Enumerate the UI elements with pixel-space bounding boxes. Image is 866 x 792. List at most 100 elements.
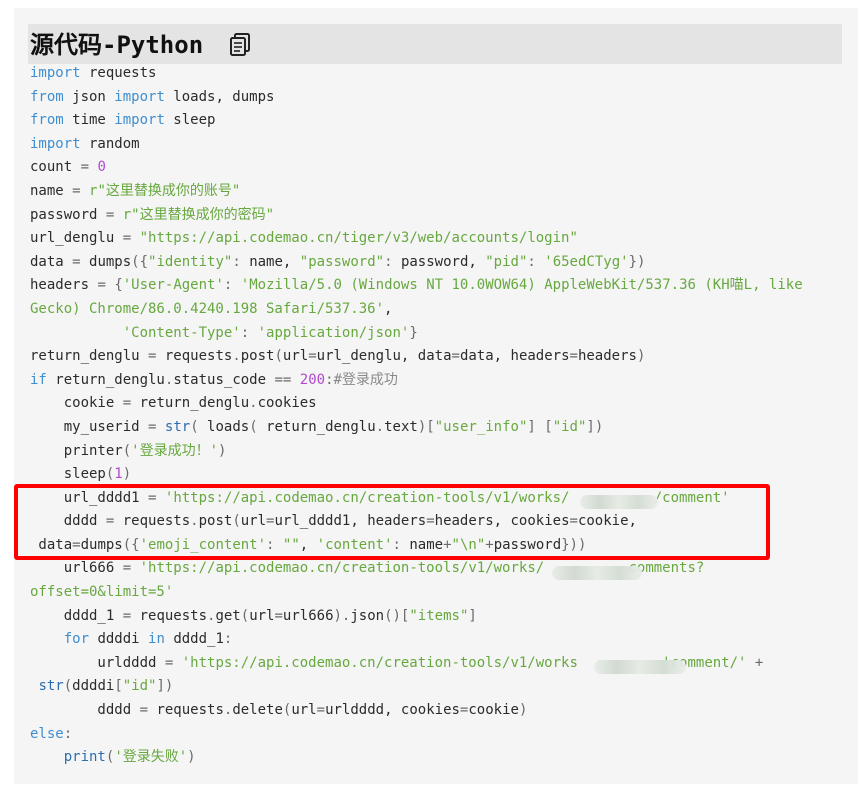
code-token: #登录成功	[333, 371, 398, 388]
code-token: sleep	[164, 112, 216, 129]
code-token: password,	[392, 253, 486, 270]
code-token: offset=0&limit=5'	[30, 584, 174, 601]
code-token: name	[30, 182, 73, 199]
code-line: import random	[30, 133, 803, 157]
code-token: =	[316, 702, 326, 719]
code-token: (	[63, 678, 73, 695]
code-token: )	[518, 702, 528, 719]
code-token: ])	[156, 678, 174, 695]
code-token: from	[30, 88, 64, 105]
code-token: from	[30, 112, 64, 129]
code-token: )	[636, 348, 646, 365]
code-token: )	[218, 442, 227, 459]
code-token: requests	[156, 348, 233, 365]
code-line: dddd_1 = requests.get(url=url666).json()…	[30, 605, 803, 629]
code-line: url666 = 'https://api.codemao.cn/creatio…	[30, 557, 803, 581]
code-token: count	[30, 159, 81, 176]
code-token: 'Content-Type'	[122, 324, 241, 341]
code-line: import requests	[30, 62, 803, 86]
code-token: urldddd, cookies	[325, 702, 460, 719]
code-token: [	[544, 418, 553, 435]
code-token: str	[164, 418, 191, 435]
code-line: if return_denglu.status_code == 200:#登录成…	[30, 369, 803, 393]
code-token: ,	[384, 300, 393, 317]
code-token: )	[122, 466, 132, 483]
code-token: ()[	[384, 607, 410, 624]
code-token: =	[97, 277, 106, 294]
code-line: 'Content-Type': 'application/json'}	[30, 322, 803, 346]
code-token: for	[63, 631, 90, 648]
code-line: name = r"这里替换成你的账号"	[30, 180, 803, 204]
code-token: r"这里替换成你的密码"	[122, 206, 275, 223]
code-line: headers = {'User-Agent': 'Mozilla/5.0 (W…	[30, 274, 803, 298]
code-token: dddd_1	[30, 607, 123, 624]
code-token: url666	[30, 560, 123, 577]
code-line: offset=0&limit=5'	[30, 581, 803, 605]
code-token: cookie	[468, 702, 519, 719]
code-token: ])	[586, 418, 604, 435]
code-token: 'application/json'	[257, 324, 410, 341]
code-token: headers	[30, 277, 98, 294]
code-token: :	[232, 253, 241, 270]
code-token: '登录失败'	[114, 749, 188, 766]
code-token: delete	[232, 702, 283, 719]
code-line: return_denglu = requests.post(url=url_de…	[30, 345, 803, 369]
code-line: count = 0	[30, 156, 803, 180]
code-line: url_denglu = "https://api.codemao.cn/tig…	[30, 227, 803, 251]
highlight-box	[14, 484, 770, 560]
code-token: time	[63, 112, 115, 129]
code-token: r"这里替换成你的账号"	[89, 182, 241, 199]
code-line: str(ddddi["id"])	[30, 675, 803, 699]
code-line: print('登录失败')	[30, 746, 803, 770]
code-token: url	[282, 348, 309, 365]
code-token: "identity"	[148, 253, 233, 270]
code-token: sleep	[30, 466, 106, 483]
code-token: status_code	[173, 371, 275, 388]
code-token: =	[72, 253, 81, 270]
code-token: else	[30, 725, 64, 742]
code-line: password = r"这里替换成你的密码"	[30, 204, 803, 228]
code-token: (	[190, 418, 199, 435]
code-token: :	[63, 725, 73, 742]
code-token: ]	[468, 607, 477, 624]
code-line: Gecko) Chrome/86.0.4240.198 Safari/537.3…	[30, 298, 803, 322]
code-token: =	[122, 230, 132, 247]
code-line: for ddddi in dddd_1:	[30, 628, 803, 652]
code-token: in	[148, 631, 165, 648]
code-token: cookie	[30, 395, 123, 412]
code-token: )	[187, 749, 196, 766]
code-line: cookie = return_denglu.cookies	[30, 392, 803, 416]
code-token: dumps	[80, 253, 132, 270]
code-token: (	[274, 348, 283, 365]
code-token: dddd	[30, 702, 140, 719]
code-token: get	[215, 607, 241, 624]
code-token: =	[122, 560, 132, 577]
code-token: if	[30, 371, 47, 388]
page-title: 源代码-Python	[30, 31, 204, 59]
code-token: })	[628, 253, 646, 270]
copy-icon[interactable]	[229, 32, 253, 58]
code-token: '登录成功！'	[131, 442, 219, 459]
code-token: +	[754, 654, 764, 671]
code-token: =	[139, 702, 149, 719]
code-token: return_denglu	[46, 371, 165, 388]
code-token: post	[240, 348, 275, 365]
code-token: "items"	[409, 607, 469, 624]
code-token: headers	[577, 348, 637, 365]
code-token: dddd_1	[164, 631, 224, 648]
code-token: 1	[114, 466, 123, 483]
code-token: ]	[527, 418, 536, 435]
code-token: "pid"	[485, 253, 528, 270]
code-token: url_denglu	[30, 230, 123, 247]
code-token: name,	[240, 253, 300, 270]
code-token: requests	[131, 607, 208, 624]
